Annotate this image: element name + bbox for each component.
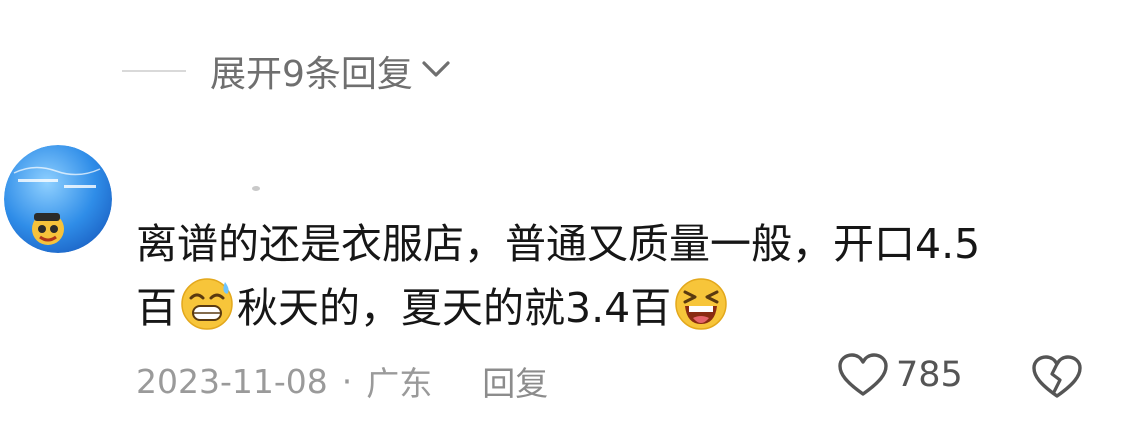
- comment-text: 离谱的还是衣服店，普通又质量一般，开口4.5 百 秋天的，夏天的就3.4百: [136, 213, 1096, 339]
- like-button[interactable]: 785: [836, 352, 963, 398]
- broken-heart-icon: [1032, 355, 1082, 398]
- reply-button[interactable]: 回复: [482, 357, 548, 405]
- meta-separator: ·: [341, 361, 353, 401]
- comment-location: 广东: [366, 364, 433, 403]
- comment-line-1: 离谱的还是衣服店，普通又质量一般，开口4.5: [136, 220, 981, 268]
- dislike-button[interactable]: [1030, 354, 1084, 404]
- divider-line: [122, 70, 186, 72]
- expand-replies-button[interactable]: 展开9条回复: [122, 45, 451, 97]
- like-count: 785: [896, 355, 963, 395]
- comment-text-segment: 秋天的，夏天的就3.4百: [237, 284, 672, 332]
- previous-comment-icons-cropped: [0, 0, 1130, 4]
- heart-outline-icon: [838, 353, 888, 396]
- grinning-sweat-emoji: [179, 276, 235, 332]
- decorative-dot: [252, 186, 260, 191]
- comment-meta: 2023-11-08 · 广东 回复: [136, 356, 548, 406]
- laughing-squint-emoji: [673, 276, 729, 332]
- comment-text-segment: 百: [136, 284, 177, 332]
- chevron-down-icon: [421, 59, 451, 83]
- comment-date: 2023-11-08: [136, 361, 328, 401]
- broken-heart-icon: [1040, 0, 1080, 4]
- comment-line-2: 百 秋天的，夏天的就3.4百: [136, 276, 1096, 339]
- heart-outline-icon: [852, 0, 892, 4]
- expand-replies-label: 展开9条回复: [210, 54, 413, 95]
- avatar[interactable]: [4, 145, 112, 253]
